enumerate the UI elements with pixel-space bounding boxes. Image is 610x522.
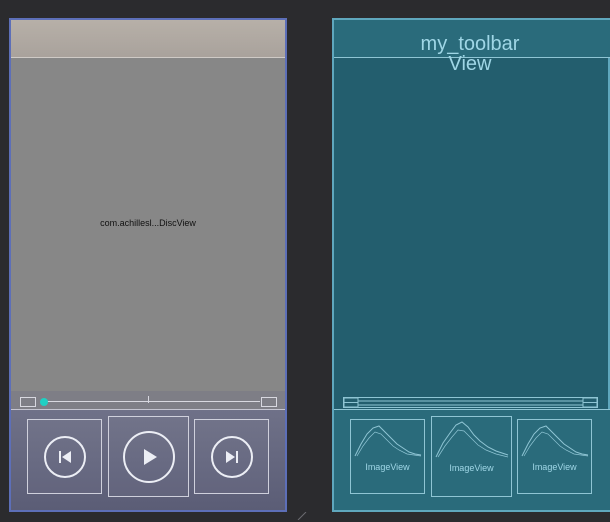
- seekbar-thumb[interactable]: [40, 398, 48, 406]
- skip-previous-icon: [43, 435, 86, 478]
- toolbar-preview[interactable]: [11, 20, 285, 58]
- play-button[interactable]: [108, 416, 189, 497]
- image-placeholder-icon: [354, 425, 421, 457]
- imageview-label: ImageView: [532, 462, 577, 472]
- blueprint-view-label: View: [448, 53, 492, 75]
- disc-view-label: com.achillesl...DiscView: [100, 218, 196, 228]
- imageview-label: ImageView: [449, 463, 494, 473]
- skip-next-icon: [210, 435, 253, 478]
- resize-handle-icon[interactable]: [296, 512, 308, 520]
- current-time-textview[interactable]: [20, 397, 36, 407]
- blueprint-imageview-next[interactable]: ImageView: [517, 419, 592, 494]
- next-button[interactable]: [194, 419, 269, 494]
- seekbar-track[interactable]: [44, 401, 260, 402]
- total-time-textview[interactable]: [261, 397, 277, 407]
- blueprint-toolbar-label: my_toolbar: [420, 33, 520, 55]
- previous-button[interactable]: [27, 419, 102, 494]
- play-icon: [122, 430, 175, 483]
- image-placeholder-icon: [435, 421, 508, 458]
- blueprint-seekbar[interactable]: [343, 397, 598, 408]
- imageview-label: ImageView: [365, 462, 410, 472]
- blueprint-imageview-play[interactable]: ImageView: [431, 416, 512, 497]
- image-placeholder-icon: [521, 425, 588, 457]
- blueprint-imageview-previous[interactable]: ImageView: [350, 419, 425, 494]
- seekbar-tick: [148, 396, 149, 403]
